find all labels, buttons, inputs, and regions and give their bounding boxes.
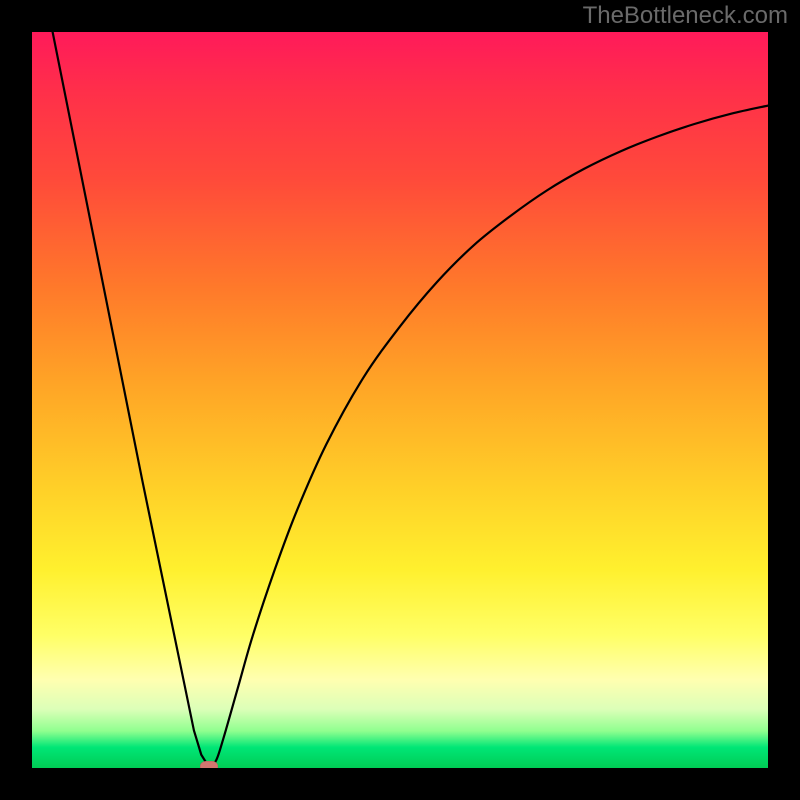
chart-plot-area: [32, 32, 768, 768]
chart-curve-svg: [32, 32, 768, 768]
chart-minimum-marker: [200, 761, 218, 768]
watermark-text: TheBottleneck.com: [583, 2, 788, 30]
bottleneck-curve: [32, 32, 768, 767]
